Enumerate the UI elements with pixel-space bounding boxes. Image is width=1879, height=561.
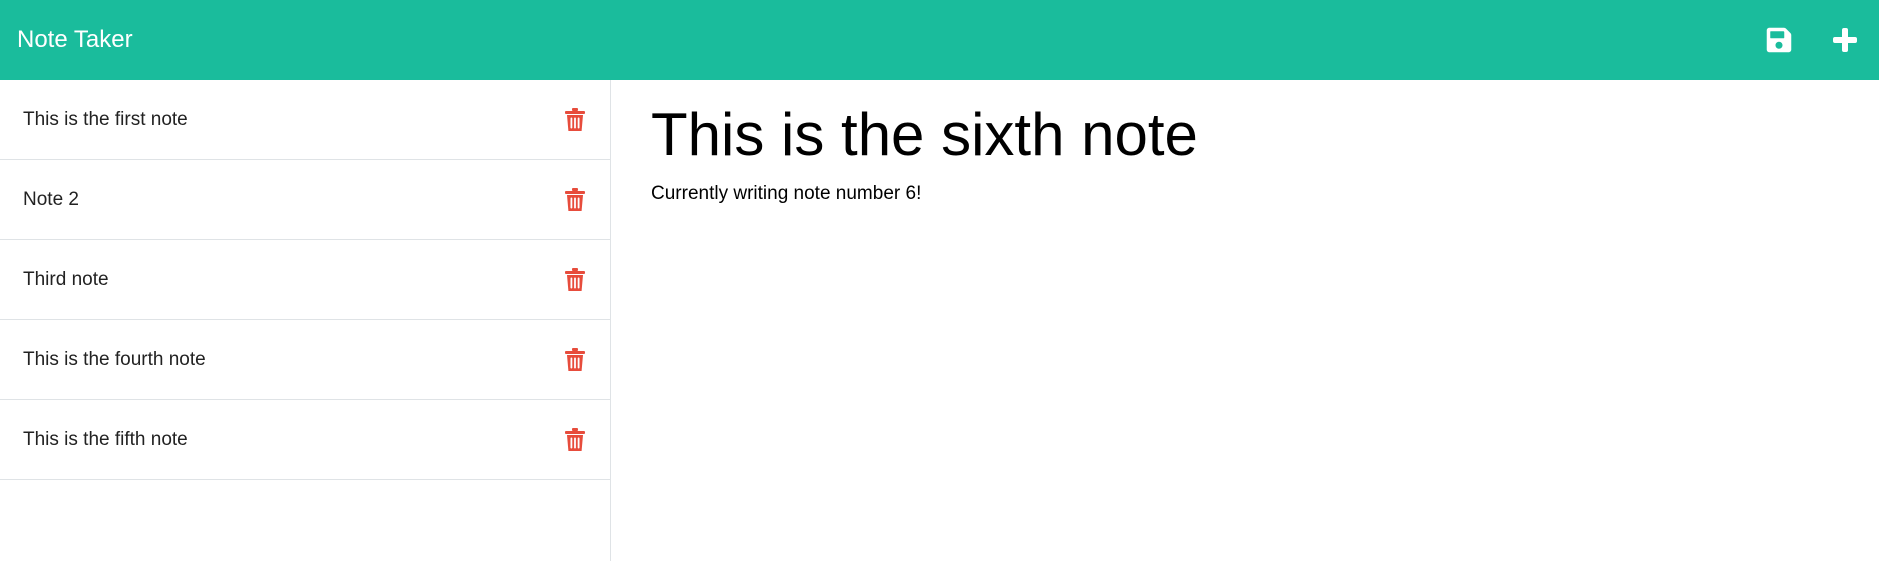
list-item[interactable]: Note 2	[0, 160, 610, 240]
app-title[interactable]: Note Taker	[17, 28, 133, 52]
note-editor: Currently writing note number 6!	[611, 80, 1879, 561]
trash-icon[interactable]	[564, 107, 586, 133]
list-item[interactable]: This is the fifth note	[0, 400, 610, 480]
list-item[interactable]: This is the first note	[0, 80, 610, 160]
note-label[interactable]: This is the fifth note	[23, 429, 188, 451]
note-title-input[interactable]	[651, 100, 1839, 170]
note-label[interactable]: This is the first note	[23, 109, 188, 131]
trash-icon[interactable]	[564, 267, 586, 293]
trash-icon[interactable]	[564, 187, 586, 213]
list-item[interactable]: This is the fourth note	[0, 320, 610, 400]
trash-icon[interactable]	[564, 347, 586, 373]
note-label[interactable]: Third note	[23, 269, 109, 291]
note-label[interactable]: Note 2	[23, 189, 79, 211]
toolbar	[1764, 25, 1862, 55]
save-icon[interactable]	[1764, 25, 1794, 55]
note-list: This is the first note Note 2 Third note…	[0, 80, 611, 561]
navbar: Note Taker	[0, 0, 1879, 80]
trash-icon[interactable]	[564, 427, 586, 453]
note-body-textarea[interactable]: Currently writing note number 6!	[651, 182, 1839, 522]
plus-icon[interactable]	[1830, 25, 1860, 55]
note-label[interactable]: This is the fourth note	[23, 349, 206, 371]
list-item[interactable]: Third note	[0, 240, 610, 320]
